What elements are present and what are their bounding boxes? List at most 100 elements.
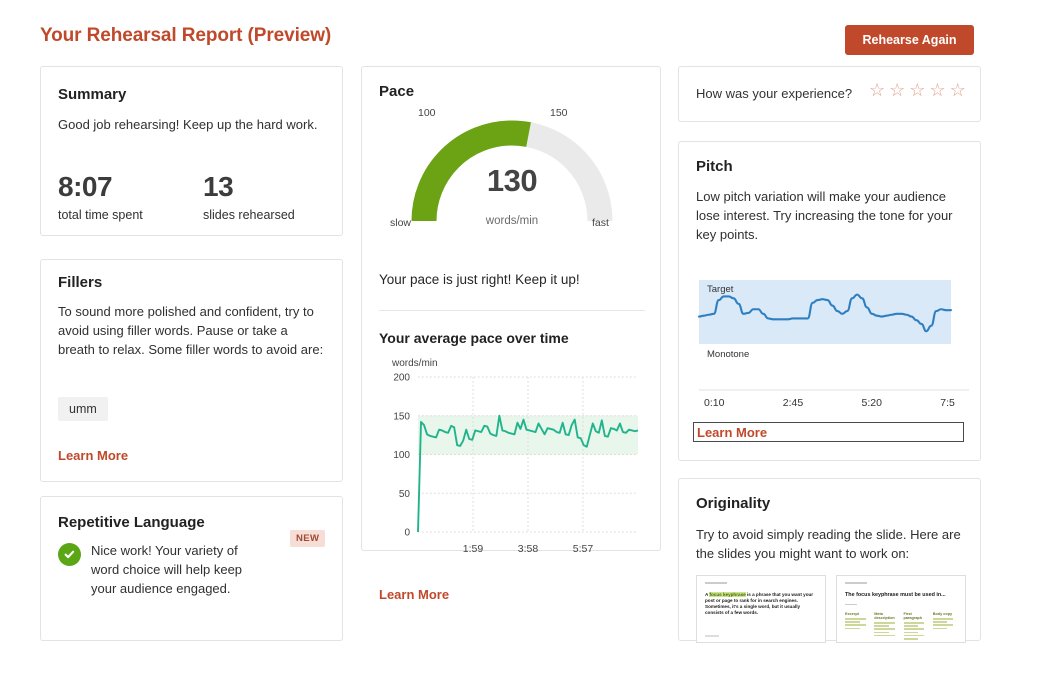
pace-learn-more-link[interactable]: Learn More — [379, 587, 449, 602]
pace-card: Pace 100 150 slow fast 130 words/min You… — [361, 66, 661, 602]
slide-2-text-line — [903, 631, 919, 634]
pace-gauge: 100 150 slow fast 130 words/min — [380, 103, 644, 233]
slide-2-text-line — [903, 625, 919, 627]
summary-text: Good job rehearsing! Keep up the hard wo… — [58, 117, 318, 132]
stat-slides-label: slides rehearsed — [203, 208, 295, 222]
pitch-learn-more-link[interactable]: Learn More — [697, 425, 767, 440]
repetitive-title: Repetitive Language — [58, 514, 205, 531]
fillers-card: Fillers To sound more polished and confi… — [40, 259, 343, 482]
slide-2-text-line — [874, 625, 889, 627]
star-icon-5[interactable]: ☆ — [950, 81, 966, 99]
slide-2-text-line — [874, 622, 895, 624]
gauge-tick-low: 100 — [418, 107, 436, 119]
star-icon-2[interactable]: ☆ — [889, 81, 905, 99]
pace-ytick: 200 — [393, 373, 410, 384]
gauge-tick-high: 150 — [550, 107, 568, 119]
pace-xtick: 5:57 — [573, 543, 594, 555]
pace-chart-title: Your average pace over time — [379, 330, 569, 346]
gauge-units: words/min — [485, 215, 539, 227]
originality-title: Originality — [696, 495, 771, 512]
pitch-xtick: 0:10 — [704, 397, 725, 409]
slide-2-columns: Excerpt Meta description First paragraph Bo… — [845, 612, 957, 641]
slide-2-text-line — [845, 624, 866, 626]
slide-2-column-heading: Meta description — [874, 612, 895, 620]
star-icon-4[interactable]: ☆ — [929, 81, 945, 99]
experience-question: How was your experience? — [696, 86, 853, 101]
slide-2-text-line — [932, 621, 948, 623]
fillers-title: Fillers — [58, 274, 103, 291]
slide-2-text-line — [932, 627, 948, 630]
pace-message: Your pace is just right! Keep it up! — [379, 272, 580, 287]
filler-word-chip: umm — [58, 397, 108, 421]
pace-ytick: 0 — [404, 528, 410, 539]
stat-total-time: 8:07 total time spent — [58, 171, 143, 222]
pitch-band-bottom-label: Monotone — [707, 349, 749, 360]
slide-2-column-heading: First paragraph — [903, 612, 923, 620]
pitch-target-band — [699, 280, 951, 344]
pitch-xtick: 2:45 — [783, 397, 804, 409]
pitch-card: Pitch Low pitch variation will make your… — [678, 141, 981, 461]
rehearse-again-button[interactable]: Rehearse Again — [845, 25, 974, 55]
originality-text: Try to avoid simply reading the slide. H… — [696, 527, 961, 561]
slide-2-text-line — [845, 618, 866, 620]
star-icon-3[interactable]: ☆ — [909, 81, 925, 99]
slide-1-footer-bar — [705, 635, 719, 637]
slide-2-text-line — [903, 628, 925, 630]
slide-1-tag-bar — [705, 582, 727, 584]
slide-2-title: The focus keyphrase must be used in... — [845, 592, 946, 598]
pace-ytick: 50 — [399, 489, 411, 500]
slide-2-text-line — [874, 634, 895, 637]
pitch-xtick: 5:20 — [862, 397, 883, 409]
pitch-title: Pitch — [696, 158, 733, 175]
slide-2-column-4: Body copy — [932, 612, 957, 641]
slide-2-rule — [845, 604, 857, 605]
slide-2-column-3: First paragraph — [903, 612, 928, 641]
pitch-chart: Target Monotone 0:10 2:45 5:20 7:5 — [697, 280, 969, 409]
slide-2-column-2: Meta description — [874, 612, 898, 641]
slide-2-text-line — [845, 621, 860, 623]
slide-2-column-heading: Excerpt — [845, 612, 859, 616]
pace-xtick: 3:58 — [518, 543, 539, 555]
slide-thumbnail-2[interactable]: The focus keyphrase must be used in... E… — [836, 575, 966, 643]
pace-over-time-chart: 0 50 100 150 200 1:59 3:58 5:57 — [393, 373, 639, 555]
gauge-value: 130 — [486, 163, 538, 198]
slide-2-text-line — [874, 628, 895, 630]
pace-title: Pace — [379, 83, 415, 100]
pace-ytick: 100 — [393, 450, 410, 461]
fillers-learn-more-link[interactable]: Learn More — [58, 448, 128, 463]
pitch-band-top-label: Target — [707, 284, 734, 295]
pitch-text: Low pitch variation will make your audie… — [696, 189, 953, 242]
pitch-xtick: 7:5 — [940, 397, 955, 409]
pace-ytick: 150 — [393, 411, 410, 422]
slide-2-column-1: Excerpt — [845, 612, 869, 641]
slide-2-text-line — [845, 627, 860, 630]
slide-2-tag-bar — [845, 582, 867, 584]
slide-2-text-line — [903, 634, 925, 637]
slide-thumbnail-1[interactable]: A focus keyphrase is a phrase that you w… — [696, 575, 826, 643]
originality-card: Originality Try to avoid simply reading … — [678, 478, 981, 643]
star-rating[interactable]: ☆ ☆ ☆ ☆ ☆ — [869, 81, 966, 99]
star-icon-1[interactable]: ☆ — [869, 81, 885, 99]
slide-thumbnail-list: A focus keyphrase is a phrase that you w… — [696, 575, 966, 643]
pace-divider — [379, 310, 645, 311]
check-circle-icon — [58, 543, 81, 566]
stat-slides-rehearsed: 13 slides rehearsed — [203, 171, 295, 222]
slide-2-text-line — [903, 622, 925, 624]
summary-title: Summary — [58, 86, 127, 103]
rehearsal-report-page: Your Rehearsal Report (Preview) Rehearse… — [0, 0, 1043, 697]
stat-slides-value: 13 — [203, 171, 234, 202]
page-title: Your Rehearsal Report (Preview) — [40, 25, 332, 46]
pace-xtick: 1:59 — [463, 543, 484, 555]
stat-total-time-value: 8:07 — [58, 171, 113, 202]
fillers-text: To sound more polished and confident, tr… — [58, 304, 324, 357]
new-badge: NEW — [290, 530, 326, 547]
stat-total-time-label: total time spent — [58, 208, 143, 222]
slide-1-body: A focus keyphrase is a phrase that you w… — [705, 592, 817, 616]
slide-1-highlight: focus keyphrase — [709, 592, 746, 597]
slide-2-text-line — [932, 624, 954, 626]
experience-rating-card: How was your experience? ☆ ☆ ☆ ☆ ☆ — [678, 66, 981, 122]
slide-2-column-heading: Body copy — [932, 612, 953, 616]
pitch-learn-more-focus-ring: Learn More — [693, 422, 964, 442]
page-header: Your Rehearsal Report (Preview) Rehearse… — [0, 0, 1043, 66]
slide-2-text-line — [903, 637, 919, 640]
